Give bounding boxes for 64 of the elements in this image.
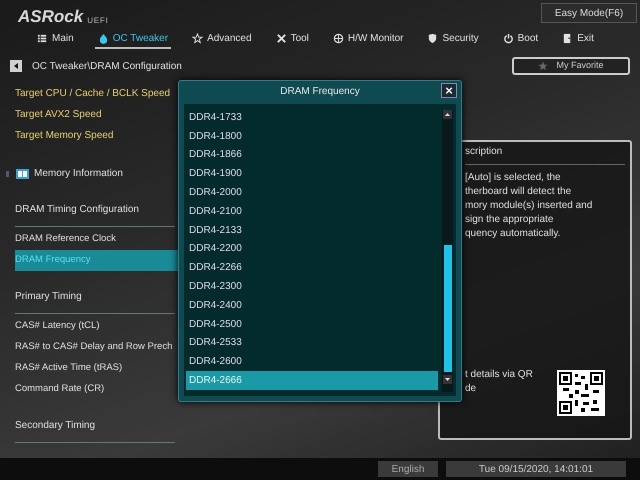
qr-hint-text: de — [465, 382, 478, 396]
frequency-option[interactable]: DDR4-2200 — [186, 240, 438, 258]
frequency-option[interactable]: DDR4-2266 — [186, 258, 438, 278]
setting-item[interactable]: CAS# Latency (tCL) — [15, 316, 178, 337]
frequency-option[interactable]: DDR4-2500 — [186, 314, 438, 334]
frequency-option[interactable]: DDR4-1900 — [186, 164, 438, 184]
frequency-option[interactable]: DDR4-2133 — [186, 220, 438, 240]
section-heading: Primary Timing — [15, 290, 83, 304]
close-button[interactable]: × — [441, 83, 457, 98]
scrollbar-thumb[interactable] — [444, 245, 452, 372]
nav-tab[interactable]: Main — [34, 29, 77, 49]
nav-tab[interactable]: Boot — [500, 29, 542, 49]
nav-tab[interactable]: Advanced — [189, 29, 255, 49]
scroll-up-icon[interactable] — [443, 110, 452, 119]
target-speed-label: Target AVX2 Speed — [15, 108, 103, 122]
setting-item[interactable]: RAS# to CAS# Delay and Row Prech — [15, 337, 178, 358]
language-selector[interactable]: English — [378, 461, 438, 477]
star-icon — [192, 32, 204, 44]
setting-item[interactable]: DRAM Reference Clock — [15, 229, 178, 250]
setting-item[interactable]: Command Rate (CR) — [15, 379, 178, 400]
description-text: mory module(s) inserted and — [465, 199, 594, 213]
date-time: Tue 09/15/2020, 14:01:01 — [446, 461, 626, 477]
frequency-option[interactable]: DDR4-2300 — [186, 277, 438, 296]
nav-tab[interactable]: Tool — [272, 29, 312, 49]
nav-tab[interactable]: OC Tweaker — [94, 29, 172, 49]
description-text: [Auto] is selected, the — [465, 171, 562, 185]
nav-tab[interactable]: Security — [424, 29, 482, 49]
easy-mode-button[interactable]: Easy Mode(F6) — [541, 3, 637, 23]
breadcrumb: OC Tweaker\DRAM Configuration — [32, 60, 182, 74]
scroll-down-icon[interactable] — [443, 375, 452, 384]
nav-tab[interactable]: Exit — [559, 29, 597, 49]
section-heading: DRAM Timing Configuration — [15, 203, 140, 217]
frequency-option[interactable]: DDR4-2100 — [186, 202, 438, 221]
frequency-option[interactable]: DDR4-2400 — [186, 296, 438, 315]
target-speed-label: Target CPU / Cache / BCLK Speed — [15, 87, 172, 101]
brand-logo: ASRock — [18, 8, 84, 25]
frequency-option[interactable]: DDR4-2533 — [186, 334, 438, 352]
section-heading: Secondary Timing — [15, 419, 96, 433]
list-icon — [37, 32, 48, 44]
frequency-option[interactable]: DDR4-2000 — [186, 183, 438, 202]
dialog-title: DRAM Frequency — [280, 84, 360, 98]
exit-door-icon — [562, 32, 574, 44]
frequency-option[interactable]: DDR4-1733 — [186, 108, 438, 127]
frequency-option[interactable]: DDR4-1800 — [186, 126, 438, 146]
description-text: quency automatically. — [465, 227, 562, 241]
gauge-icon — [332, 32, 344, 44]
description-text: sign the appropriate — [465, 213, 554, 227]
frequency-option[interactable]: DDR4-2600 — [186, 352, 438, 372]
my-favorite-button[interactable]: My Favorite — [512, 57, 630, 75]
nav-tab[interactable]: H/W Monitor — [330, 29, 406, 49]
qr-hint-text: t details via QR — [465, 368, 533, 382]
scrollbar[interactable] — [442, 110, 453, 392]
setting-item[interactable]: RAS# Active Time (tRAS) — [15, 358, 178, 379]
frequency-option[interactable]: DDR4-1866 — [186, 146, 438, 164]
target-speed-label: Target Memory Speed — [15, 129, 114, 143]
brand-logo-suffix: UEFI — [87, 17, 109, 25]
star-icon — [538, 61, 548, 71]
description-text: therboard will detect the — [465, 185, 572, 199]
power-icon — [502, 32, 514, 44]
qr-code-icon — [557, 370, 605, 416]
description-title: scription — [465, 145, 504, 159]
memory-icon — [16, 168, 29, 178]
shield-icon — [427, 32, 438, 44]
menu-item[interactable]: Memory Information — [34, 166, 123, 181]
